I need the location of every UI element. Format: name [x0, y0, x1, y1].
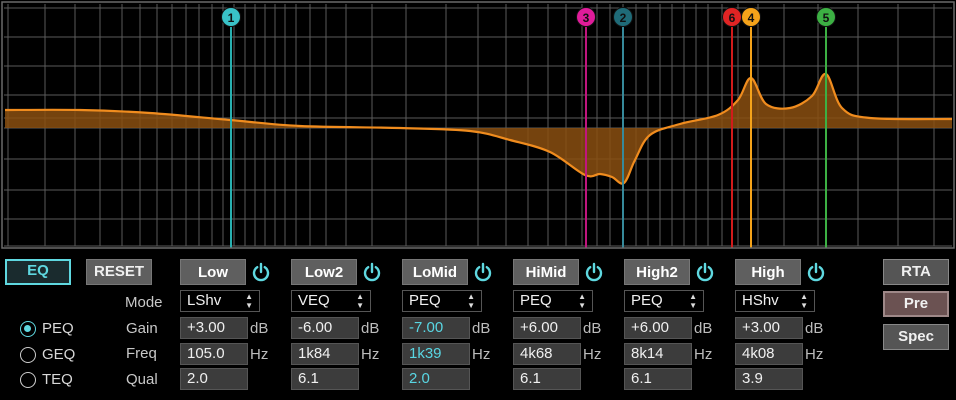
band-marker-label: 4	[748, 11, 755, 25]
freq-row-label: Freq	[126, 345, 157, 362]
band-5-gain-field[interactable]: +3.00	[735, 317, 803, 339]
band-3-freq-field[interactable]: 4k68	[513, 343, 581, 365]
pre-button[interactable]: Pre	[883, 291, 949, 317]
band-4-mode-select[interactable]: PEQ ▲ ▼	[624, 290, 704, 312]
band-1-freq-unit: Hz	[361, 346, 380, 363]
band-1-button[interactable]: Low2	[291, 259, 357, 285]
spec-button[interactable]: Spec	[883, 324, 949, 350]
band-4-updown-icon: ▲ ▼	[689, 292, 697, 310]
band-2-freq-unit: Hz	[472, 346, 491, 363]
band-4-power-icon[interactable]	[694, 261, 716, 283]
band-marker-label: 5	[823, 11, 830, 25]
mode-row-label: Mode	[125, 294, 163, 311]
band-3-mode-value: PEQ	[520, 292, 552, 309]
band-1-updown-icon: ▲ ▼	[356, 292, 364, 310]
band-4-gain-unit: dB	[694, 320, 713, 337]
band-5-button[interactable]: High	[735, 259, 801, 285]
band-4-button[interactable]: High2	[624, 259, 690, 285]
band-2-updown-icon: ▲ ▼	[467, 292, 475, 310]
band-0-updown-icon: ▲ ▼	[245, 292, 253, 310]
gain-row-label: Gain	[126, 320, 158, 337]
eq-graph[interactable]: 1 3 2 64 5	[0, 0, 956, 250]
band-5-freq-unit: Hz	[805, 346, 824, 363]
radio-teq-label: TEQ	[42, 371, 73, 388]
reset-button[interactable]: RESET	[86, 259, 152, 285]
radio-geq[interactable]	[20, 347, 36, 363]
qual-row-label: Qual	[126, 371, 158, 388]
band-2-gain-field[interactable]: -7.00	[402, 317, 470, 339]
band-3-power-icon[interactable]	[583, 261, 605, 283]
band-marker-label: 6	[729, 11, 736, 25]
band-1-mode-select[interactable]: VEQ ▲ ▼	[291, 290, 371, 312]
band-5-mode-select[interactable]: HShv ▲ ▼	[735, 290, 815, 312]
band-4-freq-field[interactable]: 8k14	[624, 343, 692, 365]
band-1-gain-field[interactable]: -6.00	[291, 317, 359, 339]
band-5-power-icon[interactable]	[805, 261, 827, 283]
radio-teq[interactable]	[20, 372, 36, 388]
band-5-updown-icon: ▲ ▼	[800, 292, 808, 310]
band-5-mode-value: HShv	[742, 292, 779, 309]
band-3-button[interactable]: HiMid	[513, 259, 579, 285]
band-marker-label: 2	[620, 11, 627, 25]
band-marker-label: 1	[228, 11, 235, 25]
band-5-freq-field[interactable]: 4k08	[735, 343, 803, 365]
band-0-button[interactable]: Low	[180, 259, 246, 285]
band-4-mode-value: PEQ	[631, 292, 663, 309]
band-2-button[interactable]: LoMid	[402, 259, 468, 285]
band-2-mode-value: PEQ	[409, 292, 441, 309]
band-1-power-icon[interactable]	[361, 261, 383, 283]
band-3-mode-select[interactable]: PEQ ▲ ▼	[513, 290, 593, 312]
band-1-mode-value: VEQ	[298, 292, 330, 309]
band-2-q-field[interactable]: 2.0	[402, 368, 470, 390]
band-0-freq-unit: Hz	[250, 346, 269, 363]
band-0-mode-select[interactable]: LShv ▲ ▼	[180, 290, 260, 312]
band-3-gain-unit: dB	[583, 320, 602, 337]
band-3-q-field[interactable]: 6.1	[513, 368, 581, 390]
band-1-gain-unit: dB	[361, 320, 380, 337]
band-0-q-field[interactable]: 2.0	[180, 368, 248, 390]
band-1-q-field[interactable]: 6.1	[291, 368, 359, 390]
rta-button[interactable]: RTA	[883, 259, 949, 285]
band-0-freq-field[interactable]: 105.0	[180, 343, 248, 365]
band-4-q-field[interactable]: 6.1	[624, 368, 692, 390]
band-3-freq-unit: Hz	[583, 346, 602, 363]
radio-peq-label: PEQ	[42, 320, 74, 337]
band-5-q-field[interactable]: 3.9	[735, 368, 803, 390]
band-3-updown-icon: ▲ ▼	[578, 292, 586, 310]
radio-geq-label: GEQ	[42, 346, 76, 363]
band-2-mode-select[interactable]: PEQ ▲ ▼	[402, 290, 482, 312]
band-0-gain-unit: dB	[250, 320, 269, 337]
eq-button[interactable]: EQ	[5, 259, 71, 285]
band-2-power-icon[interactable]	[472, 261, 494, 283]
band-0-gain-field[interactable]: +3.00	[180, 317, 248, 339]
band-1-freq-field[interactable]: 1k84	[291, 343, 359, 365]
band-2-gain-unit: dB	[472, 320, 491, 337]
band-3-gain-field[interactable]: +6.00	[513, 317, 581, 339]
band-4-gain-field[interactable]: +6.00	[624, 317, 692, 339]
band-0-power-icon[interactable]	[250, 261, 272, 283]
band-2-freq-field[interactable]: 1k39	[402, 343, 470, 365]
band-0-mode-value: LShv	[187, 292, 222, 309]
band-5-gain-unit: dB	[805, 320, 824, 337]
band-4-freq-unit: Hz	[694, 346, 713, 363]
band-marker-label: 3	[583, 11, 590, 25]
radio-peq[interactable]	[20, 321, 36, 337]
